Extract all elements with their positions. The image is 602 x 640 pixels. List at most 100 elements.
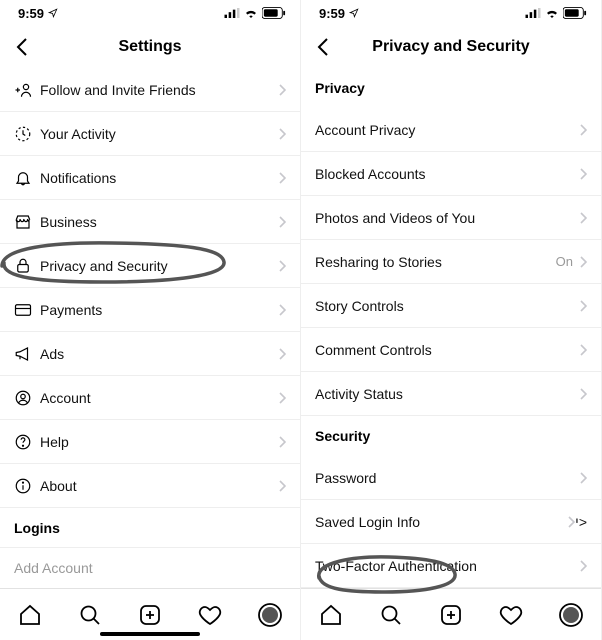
back-button[interactable] [311, 35, 335, 59]
chevron-right-icon [278, 128, 286, 140]
chevron-right-icon [579, 560, 587, 572]
row-ads[interactable]: Ads [0, 332, 300, 376]
bell-icon [14, 169, 40, 187]
row-resharing-stories[interactable]: Resharing to Stories On [301, 240, 601, 284]
lock-icon [14, 257, 40, 275]
chevron-right-icon [278, 260, 286, 272]
privacy-list: Privacy Account Privacy Blocked Accounts… [301, 68, 601, 588]
chevron-right-icon [579, 344, 587, 356]
row-activity-status[interactable]: Activity Status [301, 372, 601, 416]
row-about[interactable]: About [0, 464, 300, 508]
add-user-icon [14, 81, 40, 99]
tab-bar [301, 588, 601, 640]
back-button[interactable] [10, 35, 34, 59]
row-label: Photos and Videos of You [315, 210, 579, 226]
chevron-right-icon [278, 436, 286, 448]
row-label: Activity Status [315, 386, 579, 402]
tab-home[interactable] [17, 602, 43, 628]
tab-profile[interactable] [257, 602, 283, 628]
row-privacy-security[interactable]: Privacy and Security [0, 244, 300, 288]
info-icon [14, 477, 40, 495]
security-section-header: Security [301, 416, 601, 456]
row-label: Ads [40, 346, 278, 362]
row-follow-invite[interactable]: Follow and Invite Friends [0, 68, 300, 112]
help-icon [14, 433, 40, 451]
signal-icon [525, 8, 541, 18]
row-label: Story Controls [315, 298, 579, 314]
privacy-section-header: Privacy [301, 68, 601, 108]
row-label: Your Activity [40, 126, 278, 142]
user-circle-icon [14, 389, 40, 407]
tab-search[interactable] [378, 602, 404, 628]
chevron-right-icon [278, 84, 286, 96]
chevron-right-icon [579, 300, 587, 312]
tab-new-post[interactable] [137, 602, 163, 628]
row-label: Payments [40, 302, 278, 318]
tab-activity[interactable] [498, 602, 524, 628]
chevron-right-icon [579, 388, 587, 400]
row-payments[interactable]: Payments [0, 288, 300, 332]
tab-home[interactable] [318, 602, 344, 628]
activity-icon [14, 125, 40, 143]
chevron-right-icon [579, 472, 587, 484]
chevron-right-icon [278, 304, 286, 316]
location-icon [48, 8, 58, 18]
page-title: Privacy and Security [372, 38, 529, 56]
signal-icon [224, 8, 240, 18]
row-label: Business [40, 214, 278, 230]
row-password[interactable]: Password [301, 456, 601, 500]
row-label: Resharing to Stories [315, 254, 556, 270]
row-label: Account Privacy [315, 122, 579, 138]
battery-icon [563, 7, 587, 19]
card-icon [14, 301, 40, 319]
row-saved-login[interactable]: Saved Login Info י> [301, 500, 601, 544]
row-notifications[interactable]: Notifications [0, 156, 300, 200]
row-label: Two-Factor Authentication [315, 558, 579, 574]
row-two-factor[interactable]: Two-Factor Authentication [301, 544, 601, 588]
battery-icon [262, 7, 286, 19]
megaphone-icon [14, 345, 40, 363]
row-label: Comment Controls [315, 342, 579, 358]
row-business[interactable]: Business [0, 200, 300, 244]
logins-header: Logins [0, 508, 300, 548]
chevron-right-icon [579, 168, 587, 180]
header: Privacy and Security [301, 26, 601, 68]
tab-profile[interactable] [558, 602, 584, 628]
store-icon [14, 213, 40, 231]
chevron-right-icon [278, 392, 286, 404]
row-label: Help [40, 434, 278, 450]
row-account[interactable]: Account [0, 376, 300, 420]
screen-settings: 9:59 Settings Follow and Invite Friends [0, 0, 301, 640]
screen-privacy-security: 9:59 Privacy and Security Privacy Accoun… [301, 0, 602, 640]
row-story-controls[interactable]: Story Controls [301, 284, 601, 328]
tab-activity[interactable] [197, 602, 223, 628]
chevron-right-icon [579, 256, 587, 268]
status-time: 9:59 [319, 6, 345, 21]
row-label: Follow and Invite Friends [40, 82, 278, 98]
row-label: Password [315, 470, 579, 486]
settings-list: Follow and Invite Friends Your Activity … [0, 68, 300, 588]
tab-new-post[interactable] [438, 602, 464, 628]
tab-search[interactable] [77, 602, 103, 628]
row-blocked-accounts[interactable]: Blocked Accounts [301, 152, 601, 196]
page-title: Settings [118, 38, 181, 56]
wifi-icon [244, 8, 258, 18]
add-account-button[interactable]: Add Account [0, 548, 300, 588]
row-your-activity[interactable]: Your Activity [0, 112, 300, 156]
row-comment-controls[interactable]: Comment Controls [301, 328, 601, 372]
wifi-icon [545, 8, 559, 18]
chevron-right-icon [579, 212, 587, 224]
row-label: Notifications [40, 170, 278, 186]
chevron-right-icon [278, 216, 286, 228]
chevron-right-icon [278, 480, 286, 492]
row-account-privacy[interactable]: Account Privacy [301, 108, 601, 152]
chevron-right-icon [579, 124, 587, 136]
location-icon [349, 8, 359, 18]
chevron-right-icon [278, 172, 286, 184]
row-photos-videos[interactable]: Photos and Videos of You [301, 196, 601, 240]
status-bar: 9:59 [301, 0, 601, 26]
row-label: Saved Login Info [315, 514, 567, 530]
row-label: Privacy and Security [40, 258, 278, 274]
row-help[interactable]: Help [0, 420, 300, 464]
row-value: On [556, 254, 573, 269]
